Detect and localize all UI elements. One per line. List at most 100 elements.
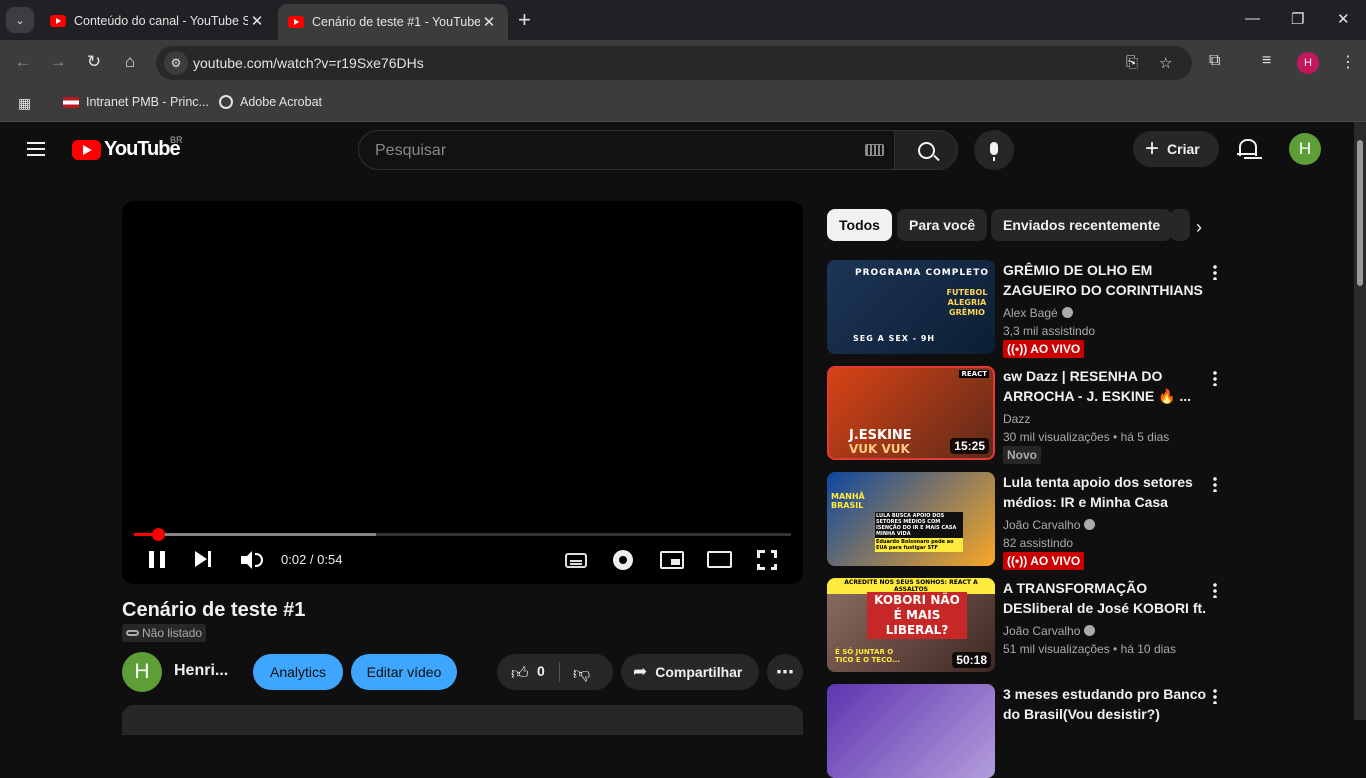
tab-title: Conteúdo do canal - YouTube S: [74, 14, 248, 28]
video-thumbnail[interactable]: [827, 684, 995, 778]
live-icon: ((•)): [1007, 554, 1028, 568]
thumbnail-text: FUTEBOL ALEGRIA GRÊMIO: [946, 288, 988, 317]
search-button[interactable]: [894, 130, 958, 170]
browser-menu-icon[interactable]: ⋮: [1340, 52, 1356, 72]
chip-all[interactable]: Todos: [827, 209, 892, 241]
extensions-icon[interactable]: ⧉: [1209, 52, 1220, 70]
miniplayer-icon[interactable]: [660, 551, 684, 569]
recommendation-channel[interactable]: João Carvalho: [1003, 624, 1096, 638]
video-thumbnail[interactable]: REACT J.ESKINE VUK VUK 15:25: [827, 366, 995, 460]
settings-gear-icon[interactable]: [613, 550, 633, 570]
video-thumbnail[interactable]: PROGRAMA COMPLETO FUTEBOL ALEGRIA GRÊMIO…: [827, 260, 995, 354]
thumbs-down-icon[interactable]: 👎︎: [573, 663, 590, 684]
recommendation-title[interactable]: ɢw Dazz | RESENHA DO ARROCHA - J. ESKINE…: [1003, 366, 1209, 406]
apps-grid-icon[interactable]: ▦: [18, 95, 31, 112]
video-thumbnail[interactable]: ACREDITE NOS SEUS SONHOS: REACT A ASSALT…: [827, 578, 995, 672]
browser-tab-channel-content[interactable]: Conteúdo do canal - YouTube S ✕: [40, 4, 276, 38]
search-input[interactable]: Pesquisar: [358, 130, 895, 170]
country-code: BR: [170, 135, 183, 145]
recommendation-stats: 30 mil visualizações • há 5 dias: [1003, 430, 1170, 444]
recommendation-item[interactable]: PROGRAMA COMPLETO FUTEBOL ALEGRIA GRÊMIO…: [827, 260, 1227, 358]
visibility-label: Não listado: [142, 626, 203, 640]
bookmark-adobe-acrobat[interactable]: Adobe Acrobat: [219, 95, 322, 109]
youtube-logo[interactable]: YouTube: [72, 138, 181, 161]
fullscreen-icon[interactable]: [756, 549, 778, 571]
new-tab-button[interactable]: +: [518, 9, 531, 31]
install-app-icon[interactable]: ⎘: [1126, 54, 1138, 71]
minimize-icon[interactable]: —: [1245, 10, 1260, 27]
close-tab-icon[interactable]: ✕: [248, 12, 266, 30]
more-vert-icon[interactable]: [1213, 264, 1217, 280]
close-window-icon[interactable]: ✕: [1337, 10, 1350, 28]
bookmark-star-icon[interactable]: ☆: [1159, 54, 1172, 72]
live-badge: ((•)) AO VIVO: [1003, 552, 1085, 570]
channel-name[interactable]: Henri...: [174, 662, 228, 680]
chip-for-you[interactable]: Para você: [897, 209, 988, 241]
restore-icon[interactable]: ❐: [1291, 10, 1304, 28]
url-text[interactable]: youtube.com/watch?v=r19Sxe76DHs: [193, 55, 424, 71]
channel-avatar[interactable]: H: [122, 652, 162, 692]
recommendation-channel[interactable]: João Carvalho: [1003, 518, 1096, 532]
recommendation-stats: 3,3 mil assistindo: [1003, 324, 1096, 338]
recommendation-title[interactable]: Lula tenta apoio dos setores médios: IR …: [1003, 472, 1209, 512]
recommendation-item[interactable]: 3 meses estudando pro Banco do Brasil(Vo…: [827, 684, 1227, 778]
time-display: 0:02 / 0:54: [281, 552, 343, 567]
theater-mode-icon[interactable]: [707, 551, 732, 568]
voice-search-button[interactable]: [974, 130, 1014, 170]
site-info-icon[interactable]: ⚙: [164, 51, 188, 75]
page-scrollbar[interactable]: [1354, 122, 1366, 720]
bookmark-intranet[interactable]: Intranet PMB - Princ...: [63, 95, 209, 109]
keyboard-icon[interactable]: [865, 144, 884, 156]
video-thumbnail[interactable]: MANHÃ BRASIL LULA BUSCA APOIO DOS SETORE…: [827, 472, 995, 566]
scrollbar-thumb[interactable]: [1357, 140, 1363, 286]
forward-icon[interactable]: →: [47, 52, 69, 72]
thumbnail-text: É SÓ JUNTAR O TICO E O TECO...: [835, 648, 900, 664]
more-vert-icon[interactable]: [1213, 476, 1217, 492]
analytics-button[interactable]: Analytics: [253, 654, 343, 690]
notifications-bell-icon[interactable]: [1237, 139, 1257, 159]
recommendation-channel[interactable]: Dazz: [1003, 412, 1030, 426]
browser-profile-avatar[interactable]: H: [1297, 52, 1319, 74]
more-actions-button[interactable]: ⋯: [767, 654, 803, 690]
menu-icon[interactable]: [27, 142, 45, 156]
thumbs-up-icon[interactable]: 👍︎: [511, 663, 529, 684]
back-icon[interactable]: ←: [12, 52, 34, 72]
media-control-icon[interactable]: ≡: [1262, 52, 1271, 70]
address-bar[interactable]: ⚙ youtube.com/watch?v=r19Sxe76DHs ⎘ ☆: [156, 46, 1192, 80]
share-button[interactable]: ➦ Compartilhar: [621, 654, 759, 690]
flag-icon: [63, 96, 79, 108]
live-icon: ((•)): [1007, 342, 1028, 356]
verified-icon: [1061, 307, 1073, 318]
scrubber-handle[interactable]: [152, 528, 166, 541]
youtube-favicon-icon: [288, 16, 304, 28]
recommendation-item[interactable]: REACT J.ESKINE VUK VUK 15:25 ɢw Dazz | R…: [827, 366, 1227, 464]
reload-icon[interactable]: ↻: [83, 52, 105, 72]
verified-icon: [1084, 625, 1096, 636]
tab-search-button[interactable]: ⌄: [6, 7, 34, 33]
recommendation-item[interactable]: MANHÃ BRASIL LULA BUSCA APOIO DOS SETORE…: [827, 472, 1227, 570]
thumbnail-text: MANHÃ BRASIL: [831, 492, 865, 510]
recommendation-item[interactable]: ACREDITE NOS SEUS SONHOS: REACT A ASSALT…: [827, 578, 1227, 672]
account-avatar[interactable]: H: [1289, 133, 1321, 165]
chip-recently-uploaded[interactable]: Enviados recentemente: [991, 209, 1173, 241]
more-vert-icon[interactable]: [1213, 688, 1217, 704]
browser-tab-active[interactable]: Cenário de teste #1 - YouTube ✕: [278, 4, 508, 40]
close-tab-icon[interactable]: ✕: [480, 13, 498, 31]
next-video-icon[interactable]: [195, 551, 213, 567]
recommendation-title[interactable]: 3 meses estudando pro Banco do Brasil(Vo…: [1003, 684, 1209, 724]
recommendation-channel[interactable]: Alex Bagé: [1003, 306, 1073, 320]
recommendation-title[interactable]: A TRANSFORMAÇÃO DESliberal de José KOBOR…: [1003, 578, 1209, 618]
subtitles-icon[interactable]: [565, 553, 587, 568]
description-box[interactable]: [122, 705, 803, 735]
video-player[interactable]: 0:02 / 0:54: [122, 201, 803, 584]
chevron-right-icon[interactable]: ›: [1196, 217, 1202, 238]
edit-video-button[interactable]: Editar vídeo: [351, 654, 457, 690]
create-button[interactable]: + Criar: [1133, 131, 1219, 167]
home-icon[interactable]: ⌂: [119, 52, 141, 72]
pause-icon[interactable]: [149, 551, 165, 568]
recommendation-title[interactable]: GRÊMIO DE OLHO EM ZAGUEIRO DO CORINTHIAN…: [1003, 260, 1209, 300]
chip-more[interactable]: [1170, 209, 1190, 241]
video-title: Cenário de teste #1: [122, 599, 306, 621]
more-vert-icon[interactable]: [1213, 582, 1217, 598]
more-vert-icon[interactable]: [1213, 370, 1217, 386]
